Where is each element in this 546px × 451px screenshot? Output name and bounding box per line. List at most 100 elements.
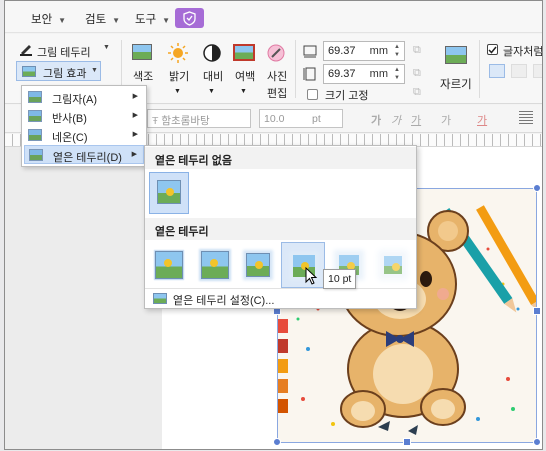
menu-item-glow[interactable]: 네온(C) ▶ — [24, 126, 144, 145]
height-value: 69.37 — [328, 68, 356, 80]
chevron-down-icon: ▼ — [162, 16, 171, 25]
resize-handle[interactable] — [533, 184, 541, 192]
chevron-down-icon: ▼ — [174, 88, 181, 95]
font-type-icon: Ŧ — [152, 115, 162, 127]
font-size-field[interactable]: 10.0 pt — [259, 109, 343, 128]
photo-edit-icon — [267, 44, 285, 62]
picture-thumbnail-icon — [157, 180, 181, 204]
chevron-down-icon: ▼ — [58, 16, 67, 25]
menu-review[interactable]: 검토 ▼ — [85, 11, 120, 27]
sun-icon — [168, 43, 188, 63]
no-soft-edge-header: 옅은 테두리 없음 — [145, 147, 416, 169]
plugin-button[interactable] — [175, 8, 204, 28]
color-tone-icon — [132, 44, 152, 60]
height-icon — [303, 67, 317, 84]
contrast-button[interactable]: 대비 ▼ — [197, 40, 227, 100]
menu-bar: 보안 ▼ 검토 ▼ 도구 ▼ — [5, 1, 542, 33]
resize-handle[interactable] — [533, 307, 541, 315]
menu-tools[interactable]: 도구 ▼ — [135, 11, 170, 27]
resize-handle[interactable] — [533, 438, 541, 446]
chevron-right-icon: ▶ — [131, 151, 137, 158]
width-value: 69.37 — [328, 45, 356, 57]
reset-size-icon[interactable]: ⧉ — [413, 67, 421, 80]
font-color-button[interactable]: 가 — [477, 112, 487, 128]
contrast-icon — [203, 44, 221, 62]
photo-edit-button[interactable]: 사진 편집 — [261, 40, 291, 100]
soft-edge-settings-item[interactable]: 옅은 테두리 설정(C)... — [173, 292, 274, 308]
resize-handle[interactable] — [273, 438, 281, 446]
picture-thumbnail-icon — [201, 251, 229, 279]
picture-thumbnail-icon — [384, 256, 402, 274]
picture-thumbnail-icon — [246, 253, 270, 277]
font-name-field[interactable]: Ŧ 함초롬바탕 — [147, 109, 251, 128]
chevron-right-icon: ▶ — [132, 112, 138, 119]
divider — [479, 40, 480, 98]
menu-security[interactable]: 보안 ▼ — [31, 11, 66, 27]
soft-edge-header: 옅은 테두리 — [145, 218, 416, 240]
fixed-size-checkbox[interactable] — [307, 89, 318, 100]
menu-item-shadow[interactable]: 그림자(A) ▶ — [24, 88, 144, 107]
lock-ratio-icon[interactable]: ⧉ — [413, 44, 421, 57]
picture-border-label[interactable]: 그림 테두리 — [37, 44, 91, 60]
font-size-value: 10.0 — [264, 113, 285, 125]
original-size-icon[interactable]: ⧉ — [413, 86, 421, 99]
reflection-icon — [28, 110, 42, 122]
brightness-label: 밝기 — [169, 71, 190, 83]
menu-item-label: 옅은 테두리(D) — [53, 152, 122, 164]
app-window: 보안▼ 검토▼ 도구▼ 그림 테두리 ▼ 그림 효과 ▼ 색조 정 밝기 ▼ — [4, 0, 543, 450]
soft-edge-option-6[interactable] — [373, 244, 413, 286]
height-field[interactable]: 69.37 mm ▲ ▼ — [323, 64, 405, 84]
font-size-unit: pt — [312, 113, 321, 125]
soft-edge-option-1[interactable] — [149, 244, 189, 286]
menu-item-label: 반사(B) — [52, 113, 87, 125]
menu-item-soft-edge[interactable]: 옅은 테두리(D) ▶ — [24, 145, 144, 164]
photo-edit-label-1: 사진 — [267, 71, 288, 83]
text-wrap-label: 글자처럼 — [503, 46, 543, 58]
font-name-value: 함초롬바탕 — [161, 115, 210, 127]
wrap-square-icon[interactable] — [489, 64, 505, 78]
spinner-arrows-icon[interactable]: ▲ ▼ — [392, 66, 402, 82]
picture-thumbnail-icon — [155, 251, 183, 279]
brightness-button[interactable]: 밝기 ▼ — [163, 40, 193, 100]
width-icon — [303, 44, 317, 61]
shield-icon — [183, 11, 196, 26]
chevron-right-icon: ▶ — [132, 93, 138, 100]
resize-handle[interactable] — [403, 438, 411, 446]
soft-edge-settings-icon — [153, 293, 167, 304]
bold-button[interactable]: 가 — [371, 112, 381, 128]
chevron-down-icon: ▼ — [240, 88, 247, 95]
menu-item-label: 네온(C) — [52, 132, 88, 144]
mouse-cursor-icon — [305, 267, 318, 285]
soft-edge-option-2[interactable] — [195, 244, 235, 286]
picture-effect-button[interactable]: 그림 효과 ▼ — [16, 61, 101, 81]
margin-label: 여백 — [235, 71, 256, 83]
soft-edge-icon — [29, 149, 43, 161]
chevron-down-icon: ▼ — [208, 88, 215, 95]
strike-button[interactable]: 가 — [441, 112, 451, 128]
soft-edge-submenu: 옅은 테두리 없음 옅은 테두리 옅은 테두리 설정(C)... — [144, 145, 417, 309]
menu-item-reflection[interactable]: 반사(B) ▶ — [24, 107, 144, 126]
crop-button[interactable]: 자르기 — [437, 40, 475, 100]
chevron-down-icon[interactable]: ▼ — [103, 44, 110, 51]
underline-button[interactable]: 가 — [411, 112, 421, 128]
crop-icon — [445, 46, 467, 64]
soft-edge-none-option[interactable] — [149, 172, 189, 214]
text-wrap-checkbox[interactable] — [487, 44, 498, 55]
tooltip: 10 pt — [323, 269, 357, 289]
spinner-arrows-icon[interactable]: ▲ ▼ — [392, 43, 402, 59]
width-unit: mm — [369, 45, 388, 57]
margin-icon — [233, 44, 255, 61]
wrap-behind-icon[interactable] — [533, 64, 542, 78]
picture-effect-menu: 그림자(A) ▶ 반사(B) ▶ 네온(C) ▶ 옅은 테두리(D) ▶ — [21, 85, 147, 167]
margin-button[interactable]: 여백 ▼ — [229, 40, 259, 100]
wrap-top-bottom-icon[interactable] — [511, 64, 527, 78]
italic-button[interactable]: 가 — [391, 112, 401, 128]
divider — [145, 288, 416, 289]
shadow-icon — [28, 91, 42, 103]
soft-edge-option-3[interactable] — [238, 244, 278, 286]
width-field[interactable]: 69.37 mm ▲ ▼ — [323, 41, 405, 61]
height-unit: mm — [369, 68, 388, 80]
photo-edit-label-2: 편집 — [267, 88, 288, 100]
pen-icon — [19, 42, 33, 59]
align-icon[interactable] — [519, 111, 533, 125]
